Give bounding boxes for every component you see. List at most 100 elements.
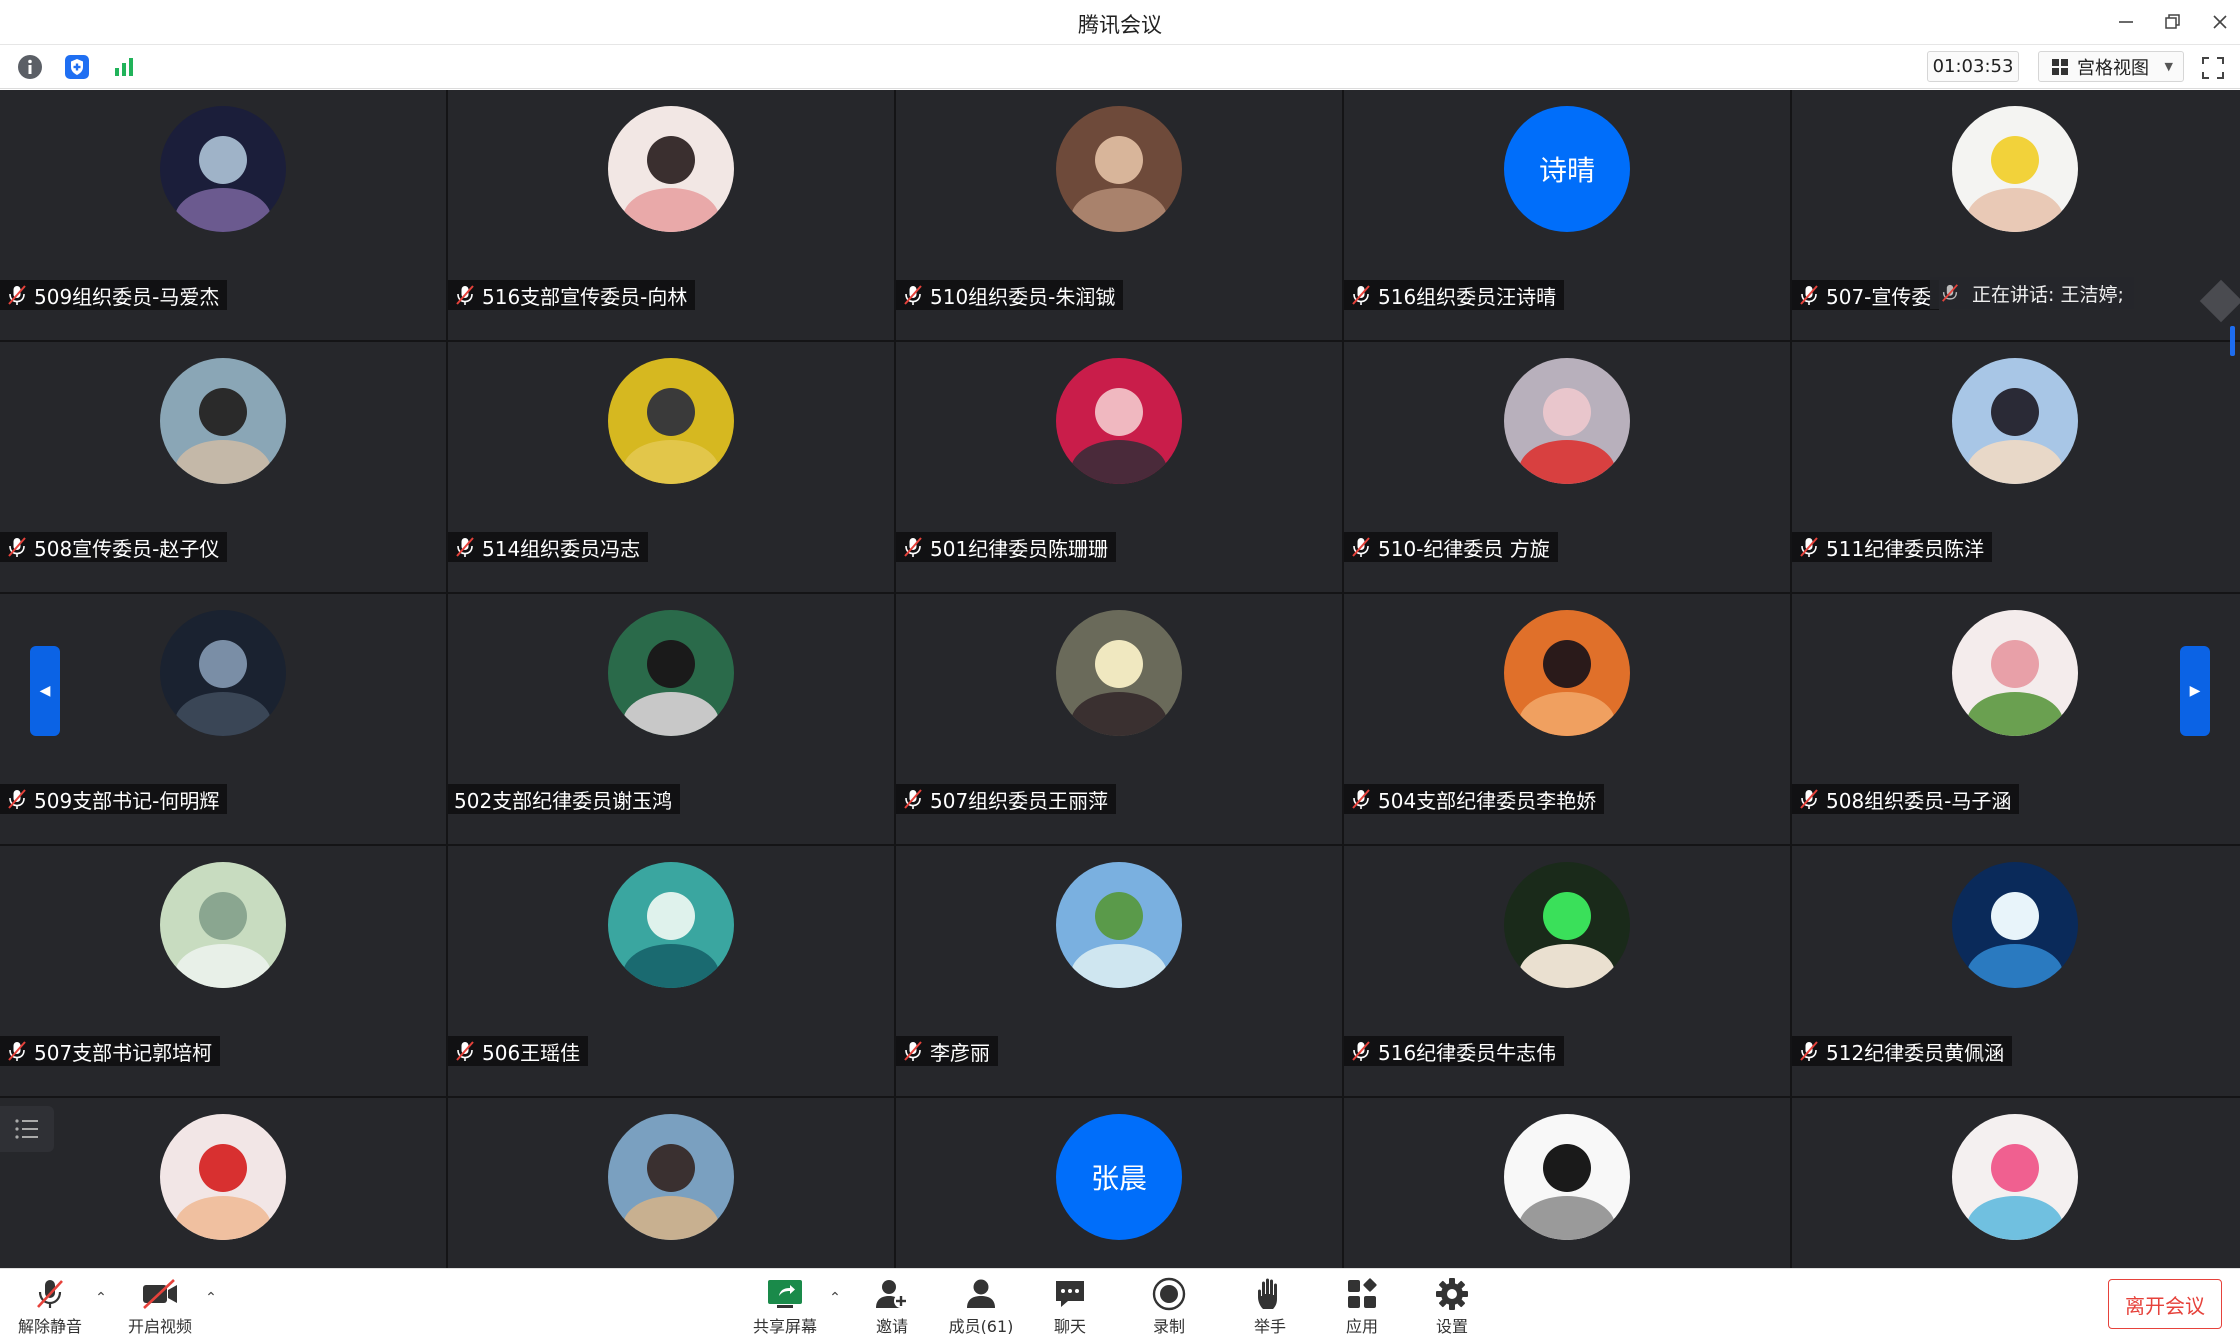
share-screen-label: 共享屏幕: [752, 1317, 817, 1334]
participant-name: 508宣传委员-赵子仪: [34, 536, 220, 561]
speaking-indicator: 正在讲话: 王洁婷;: [1930, 277, 2134, 309]
video-options-caret[interactable]: ⌃: [202, 1289, 220, 1307]
participant-tile[interactable]: 502支部纪律委员谢玉鸿: [448, 594, 894, 844]
avatar-image: [160, 106, 286, 232]
mic-muted-icon: [8, 537, 26, 557]
participant-name-tag: 516纪律委员牛志伟: [1344, 1036, 1565, 1066]
mic-muted-icon: [1800, 285, 1818, 305]
participant-avatar: [1056, 106, 1182, 232]
leave-meeting-button[interactable]: 离开会议: [2108, 1279, 2222, 1329]
start-video-label: 开启视频: [127, 1317, 192, 1334]
participant-name: 512纪律委员黄佩涵: [1826, 1040, 2005, 1065]
participant-name: 507-宣传委: [1826, 284, 1932, 309]
participant-tile[interactable]: 504支部纪律委员李艳娇: [1344, 594, 1790, 844]
participant-avatar: 诗晴: [1504, 106, 1630, 232]
meeting-toolbar: 01:03:53 宫格视图 ▼: [0, 45, 2240, 89]
participant-avatar: [1504, 862, 1630, 988]
invite-button[interactable]: 邀请: [852, 1277, 932, 1334]
participant-avatar: [1056, 358, 1182, 484]
participant-name-tag: 507-宣传委: [1792, 280, 1940, 310]
participant-tile[interactable]: [1344, 1098, 1790, 1268]
info-icon[interactable]: [16, 53, 44, 81]
participant-tile[interactable]: 510组织委员-朱润铖: [896, 90, 1342, 340]
apps-button[interactable]: 应用: [1322, 1277, 1402, 1334]
scrollbar-thumb[interactable]: [2230, 326, 2235, 356]
participant-name-tag: 512纪律委员黄佩涵: [1792, 1036, 2013, 1066]
signal-icon[interactable]: [110, 53, 138, 81]
participant-tile[interactable]: 511纪律委员陈洋: [1792, 342, 2238, 592]
participant-name-tag: 511纪律委员陈洋: [1792, 532, 1993, 562]
participant-avatar: [1504, 610, 1630, 736]
meeting-timer: 01:03:53: [1927, 51, 2019, 82]
participant-avatar: [160, 358, 286, 484]
participant-avatar: [1952, 610, 2078, 736]
participant-name-tag: 514组织委员冯志: [448, 532, 649, 562]
bottom-control-bar: 解除静音 ⌃ 开启视频 ⌃ 共享屏幕 ⌃ 邀请 成员(61) 聊天 录制 举手 …: [0, 1268, 2240, 1334]
fullscreen-icon[interactable]: [2200, 55, 2226, 81]
next-page-button[interactable]: ▶: [2180, 646, 2210, 736]
avatar-image: [1504, 358, 1630, 484]
restore-button[interactable]: [2158, 8, 2186, 36]
settings-button[interactable]: 设置: [1412, 1277, 1492, 1334]
raise-hand-button[interactable]: 举手: [1230, 1277, 1310, 1334]
share-screen-icon: [765, 1277, 805, 1311]
participant-tile[interactable]: 501纪律委员陈珊珊: [896, 342, 1342, 592]
participant-tile[interactable]: 509组织委员-马爱杰: [0, 90, 446, 340]
participant-name: 510组织委员-朱润铖: [930, 284, 1116, 309]
participant-name: 501纪律委员陈珊珊: [930, 536, 1109, 561]
participant-tile[interactable]: 510-纪律委员 方旋: [1344, 342, 1790, 592]
avatar-image: [160, 862, 286, 988]
avatar-image: [160, 1114, 286, 1240]
participant-tile[interactable]: 508宣传委员-赵子仪: [0, 342, 446, 592]
shield-icon[interactable]: [63, 53, 91, 81]
view-mode-dropdown[interactable]: 宫格视图 ▼: [2038, 51, 2184, 82]
list-icon: [15, 1119, 38, 1139]
share-screen-button[interactable]: 共享屏幕: [745, 1277, 825, 1334]
participant-tile[interactable]: 506王瑶佳: [448, 846, 894, 1096]
participant-tile[interactable]: 507支部书记郭培柯: [0, 846, 446, 1096]
unmute-label: 解除静音: [17, 1317, 82, 1334]
minimize-button[interactable]: [2112, 8, 2140, 36]
share-options-caret[interactable]: ⌃: [826, 1289, 844, 1307]
participant-tile[interactable]: [0, 1098, 446, 1268]
previous-page-button[interactable]: ◀: [30, 646, 60, 736]
record-button[interactable]: 录制: [1129, 1277, 1209, 1334]
participant-tile[interactable]: 张晨: [896, 1098, 1342, 1268]
members-button[interactable]: 成员(61): [941, 1277, 1021, 1334]
participant-tile[interactable]: 508组织委员-马子涵: [1792, 594, 2238, 844]
record-label: 录制: [1152, 1317, 1185, 1334]
record-icon: [1149, 1277, 1189, 1311]
participant-avatar: [1056, 610, 1182, 736]
participant-list-toggle[interactable]: [0, 1106, 54, 1152]
participant-avatar: [160, 1114, 286, 1240]
participant-tile[interactable]: 诗晴 516组织委员汪诗晴: [1344, 90, 1790, 340]
participant-tile[interactable]: 516纪律委员牛志伟: [1344, 846, 1790, 1096]
participant-name-tag: 507组织委员王丽萍: [896, 784, 1117, 814]
unmute-button[interactable]: 解除静音: [10, 1277, 90, 1334]
apps-icon: [1342, 1277, 1382, 1311]
chat-button[interactable]: 聊天: [1030, 1277, 1110, 1334]
participant-avatar: 张晨: [1056, 1114, 1182, 1240]
avatar-image: [1056, 862, 1182, 988]
participant-avatar: [1952, 358, 2078, 484]
participant-avatar: [608, 358, 734, 484]
participant-tile[interactable]: [1792, 1098, 2238, 1268]
gear-icon: [1432, 1277, 1472, 1311]
participant-tile[interactable]: 516支部宣传委员-向林: [448, 90, 894, 340]
participant-tile[interactable]: [448, 1098, 894, 1268]
participant-tile[interactable]: 512纪律委员黄佩涵: [1792, 846, 2238, 1096]
chat-label: 聊天: [1053, 1317, 1086, 1334]
participant-name: 507组织委员王丽萍: [930, 788, 1109, 813]
window-title: 腾讯会议: [1078, 13, 1162, 37]
participant-avatar: [160, 106, 286, 232]
participant-tile[interactable]: 李彦丽: [896, 846, 1342, 1096]
participant-name: 502支部纪律委员谢玉鸿: [454, 788, 673, 813]
close-button[interactable]: [2206, 8, 2234, 36]
start-video-button[interactable]: 开启视频: [120, 1277, 200, 1334]
apps-label: 应用: [1345, 1317, 1378, 1334]
participant-name: 507支部书记郭培柯: [34, 1040, 213, 1065]
participant-tile[interactable]: 509支部书记-何明辉: [0, 594, 446, 844]
audio-options-caret[interactable]: ⌃: [92, 1289, 110, 1307]
participant-tile[interactable]: 507组织委员王丽萍: [896, 594, 1342, 844]
participant-tile[interactable]: 514组织委员冯志: [448, 342, 894, 592]
